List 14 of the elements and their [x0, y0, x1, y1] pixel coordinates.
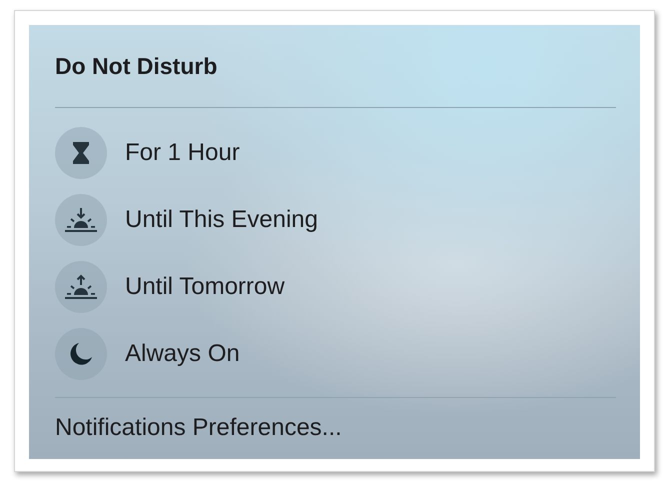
- hourglass-icon: [72, 141, 90, 165]
- menu-item-label: Until Tomorrow: [125, 273, 285, 301]
- sunrise-icon: [64, 273, 98, 301]
- menu-item-label: For 1 Hour: [125, 139, 240, 167]
- sunset-icon: [64, 206, 98, 234]
- menu-item[interactable]: Always On: [55, 328, 616, 380]
- menu-item[interactable]: Until This Evening: [55, 194, 616, 246]
- menu-item[interactable]: Until Tomorrow: [55, 261, 616, 313]
- preferences-menu-item[interactable]: Notifications Preferences...: [55, 398, 342, 442]
- menu-item-label: Always On: [125, 340, 240, 368]
- moon-icon: [69, 342, 93, 366]
- menu-item-label: Until This Evening: [125, 206, 318, 234]
- menu-item[interactable]: For 1 Hour: [55, 127, 616, 179]
- menu-title: Do Not Disturb: [55, 52, 218, 80]
